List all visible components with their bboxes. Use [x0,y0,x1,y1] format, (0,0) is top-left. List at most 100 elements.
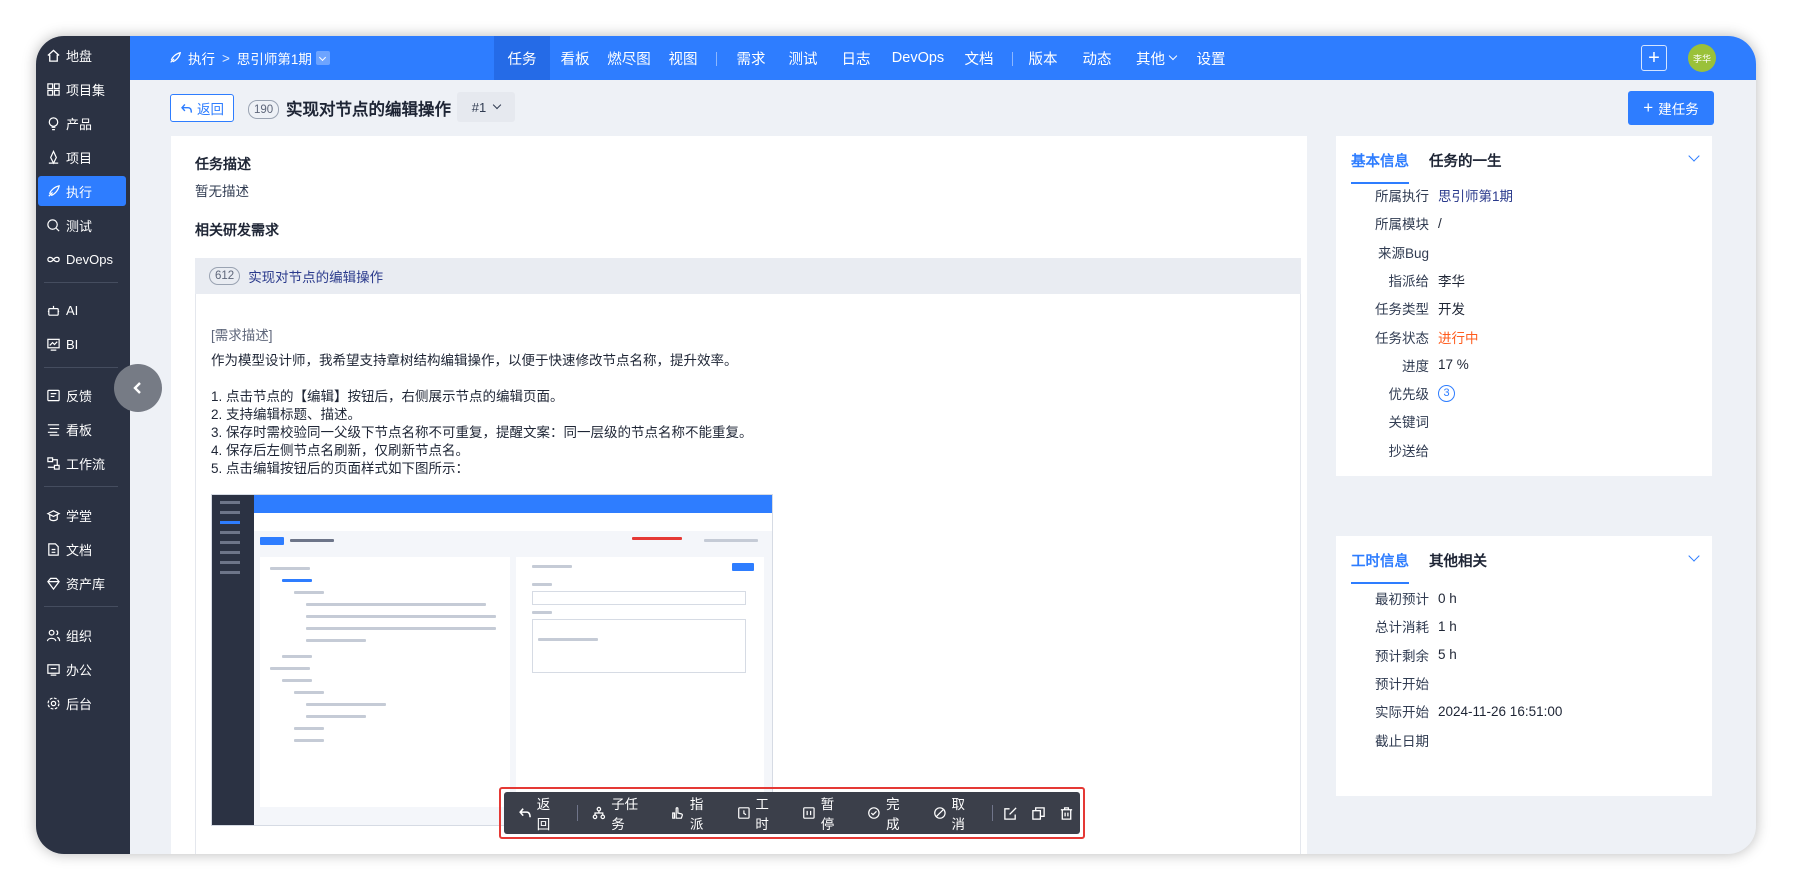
breadcrumb: 执行 > 思引师第1期 [168,36,330,80]
subtask-icon [593,806,606,820]
tab-log[interactable]: 日志 [833,36,879,80]
edit-button[interactable] [997,792,1025,834]
sidebar-item-label: 项目集 [66,82,106,98]
info-label: 关键词 [1388,415,1430,431]
info-value: 2024-11-26 16:51:00 [1438,703,1563,719]
chevron-down-icon[interactable] [315,51,330,65]
info-label: 所属模块 [1375,217,1429,233]
collapse-sidebar-button[interactable] [114,364,162,412]
tab-burndown[interactable]: 燃尽图 [600,36,658,80]
tab-view[interactable]: 视图 [660,36,706,80]
info-value[interactable]: 思引师第1期 [1438,185,1513,205]
info-label: 最初预计 [1375,592,1429,607]
breadcrumb-root[interactable]: 执行 [188,48,215,68]
tab-dynamic[interactable]: 动态 [1074,36,1120,80]
tab-task-history[interactable]: 任务的一生 [1429,150,1502,176]
info-row: 预计开始 [1336,673,1438,693]
avatar[interactable]: 李华 [1688,44,1716,72]
global-add-button[interactable]: + [1641,45,1667,71]
finish-button[interactable]: 完成 [857,792,922,834]
sidebar-item-home[interactable]: 地盘 [38,40,126,70]
info-value: 17 % [1438,357,1469,373]
tab-settings[interactable]: 设置 [1188,36,1234,80]
tab-kanban[interactable]: 看板 [552,36,598,80]
chevron-down-icon[interactable] [1688,150,1700,162]
assign-button[interactable]: 指派 [661,792,726,834]
sidebar-item-kanban[interactable]: 看板 [38,414,126,444]
subtask-label: 子任务 [611,797,639,832]
story-title-link[interactable]: 实现对节点的编辑操作 [248,266,383,286]
tab-doc[interactable]: 文档 [956,36,1002,80]
sidebar-item-org[interactable]: 组织 [38,620,126,650]
sidebar-item-devops[interactable]: DevOps [38,244,126,274]
info-value: 5 h [1438,647,1457,663]
sidebar-item-ai[interactable]: AI [38,295,126,325]
settings-icon [45,695,61,711]
subtask-button[interactable]: 子任务 [582,792,661,834]
cancel-button[interactable]: 取消 [923,792,988,834]
task-id-badge: 190 [248,100,280,119]
back-button[interactable]: 返回 [170,94,234,122]
story-body: [需求描述] 作为模型设计师，我希望支持章树结构编辑操作，以便于快速修改节点名称… [195,294,1301,854]
cancel-circle-icon [933,807,946,819]
sidebar-item-product[interactable]: 产品 [38,108,126,138]
tab-effort-info[interactable]: 工时信息 [1351,550,1409,584]
pause-button[interactable]: 暂停 [792,792,857,834]
sidebar-item-test[interactable]: 测试 [38,210,126,240]
chevron-down-icon[interactable] [1688,550,1700,562]
effort-label: 工时 [755,797,769,832]
sidebar-item-project[interactable]: 项目 [38,142,126,172]
info-row: 截止日期 [1336,730,1438,750]
tab-devops[interactable]: DevOps [884,36,952,80]
info-row: 所属模块 / [1336,213,1442,233]
tab-story[interactable]: 需求 [728,36,774,80]
tab-basic-info[interactable]: 基本信息 [1351,150,1409,184]
create-task-button[interactable]: + 建任务 [1628,91,1714,125]
sidebar-item-workflow[interactable]: 工作流 [38,448,126,478]
sidebar-item-admin[interactable]: 后台 [38,688,126,718]
sidebar-item-label: 地盘 [66,48,93,64]
sidebar-item-feedback[interactable]: 反馈 [38,380,126,410]
page-title: 实现对节点的编辑操作 [286,101,451,119]
task-detail-card: 任务描述 暂无描述 相关研发需求 612 实现对节点的编辑操作 [需求描述] 作… [171,136,1307,854]
diamond-icon [45,575,61,591]
story-desc-line: 2. 支持编辑标题、描述。 [211,407,362,422]
sidebar-divider [44,282,118,283]
toolbar-back-button[interactable]: 返回 [504,792,573,834]
tab-release[interactable]: 版本 [1020,36,1066,80]
back-button-label: 返回 [197,102,224,117]
workflow-icon [45,455,61,471]
story-desc-line: 5. 点击编辑按钮后的页面样式如下图所示： [211,461,470,476]
sidebar-item-execution[interactable]: 执行 [38,176,126,206]
story-header[interactable]: 612 实现对节点的编辑操作 [195,258,1301,294]
sidebar-item-office[interactable]: 办公 [38,654,126,684]
sidebar-item-assets[interactable]: 资产库 [38,568,126,598]
nav-divider [1012,52,1013,66]
info-row: 最初预计 0 h [1336,588,1457,608]
tab-other-label: 其他 [1136,51,1165,68]
tab-task[interactable]: 任务 [494,36,550,80]
sidebar-item-program[interactable]: 项目集 [38,74,126,104]
version-select[interactable]: #1 [457,92,515,122]
tab-other[interactable]: 其他 [1126,36,1186,80]
sidebar-divider [44,486,118,487]
sidebar-item-school[interactable]: 学堂 [38,500,126,530]
info-row: 任务类型 开发 [1336,298,1465,318]
toolbar-back-label: 返回 [536,797,551,832]
tab-test[interactable]: 测试 [780,36,826,80]
doc-icon [45,541,61,557]
info-row: 任务状态 进行中 [1336,327,1479,347]
info-label: 截止日期 [1375,733,1429,749]
info-value: / [1438,215,1442,231]
edit-icon [1004,806,1018,820]
tab-other-related[interactable]: 其他相关 [1429,550,1487,576]
breadcrumb-current[interactable]: 思引师第1期 [237,48,312,68]
plus-icon: + [1643,98,1654,117]
delete-button[interactable] [1052,792,1080,834]
info-value: 李华 [1438,273,1465,289]
effort-button[interactable]: 工时 [727,792,792,834]
sidebar-item-doc[interactable]: 文档 [38,534,126,564]
copy-button[interactable] [1025,792,1053,834]
sidebar-item-bi[interactable]: BI [38,329,126,359]
sidebar-item-label: 产品 [66,116,93,132]
